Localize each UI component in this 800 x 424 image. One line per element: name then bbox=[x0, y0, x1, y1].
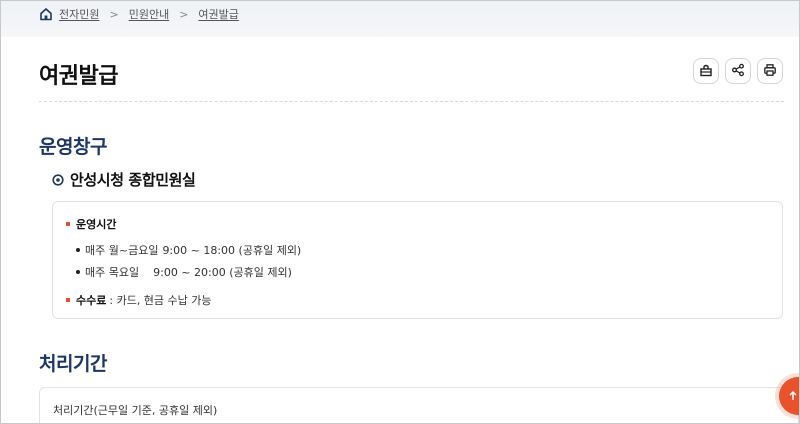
dot-bullet-icon bbox=[76, 270, 80, 274]
office-heading: 안성시청 종합민원실 bbox=[52, 169, 196, 190]
breadcrumb-item-guide[interactable]: 민원안내 bbox=[129, 6, 169, 22]
breadcrumb-separator: > bbox=[109, 7, 119, 21]
hours-heading: 운영시간 bbox=[66, 216, 116, 232]
hours-days: 매주 월~금요일 bbox=[85, 244, 159, 257]
breadcrumb-item-civil[interactable]: 전자민원 bbox=[59, 6, 99, 22]
dot-bullet-icon bbox=[76, 248, 80, 252]
office-name: 안성시청 종합민원실 bbox=[70, 171, 196, 189]
share-box-button[interactable] bbox=[693, 58, 719, 84]
hours-time: 9:00 ~ 20:00 (공휴일 제외) bbox=[153, 266, 292, 279]
hours-row: 매주 목요일 9:00 ~ 20:00 (공휴일 제외) bbox=[76, 264, 292, 280]
fee-label: 수수료 bbox=[76, 294, 107, 307]
processing-text: 처리기간(근무일 기준, 공휴일 제외) bbox=[53, 404, 218, 417]
page-tools bbox=[693, 58, 783, 84]
breadcrumb: 전자민원 > 민원안내 > 여권발급 bbox=[39, 6, 239, 22]
square-bullet-icon bbox=[66, 222, 70, 226]
fee-row: 수수료 : 카드, 현금 수납 가능 bbox=[66, 292, 212, 308]
page-title: 여권발급 bbox=[39, 64, 118, 89]
target-circle-icon bbox=[52, 173, 64, 186]
share-icon bbox=[731, 62, 745, 81]
share-box-icon bbox=[699, 62, 713, 81]
page-frame: 전자민원 > 민원안내 > 여권발급 여권발급 운영창구 안성시청 종합민원실 … bbox=[0, 0, 800, 424]
title-divider bbox=[39, 101, 784, 102]
processing-info-box: 처리기간(근무일 기준, 공휴일 제외) bbox=[39, 387, 799, 423]
home-icon[interactable] bbox=[39, 7, 53, 21]
hours-row: 매주 월~금요일 9:00 ~ 18:00 (공휴일 제외) bbox=[76, 242, 301, 258]
print-icon bbox=[763, 62, 777, 81]
hours-label: 운영시간 bbox=[76, 218, 117, 231]
arrow-up-icon bbox=[787, 390, 799, 402]
breadcrumb-separator: > bbox=[179, 7, 189, 21]
breadcrumb-bar: 전자민원 > 민원안내 > 여권발급 bbox=[1, 1, 799, 37]
square-bullet-icon bbox=[66, 298, 70, 302]
fee-text: : 카드, 현금 수납 가능 bbox=[109, 294, 212, 307]
share-button[interactable] bbox=[725, 58, 751, 84]
section-title-operation: 운영창구 bbox=[39, 136, 107, 158]
operation-info-box: 운영시간 매주 월~금요일 9:00 ~ 18:00 (공휴일 제외) 매주 목… bbox=[52, 201, 783, 319]
breadcrumb-item-passport[interactable]: 여권발급 bbox=[198, 6, 238, 22]
section-title-processing: 처리기간 bbox=[39, 353, 107, 375]
hours-time: 9:00 ~ 18:00 (공휴일 제외) bbox=[162, 244, 302, 257]
print-button[interactable] bbox=[757, 58, 783, 84]
hours-days: 매주 목요일 bbox=[85, 266, 140, 279]
